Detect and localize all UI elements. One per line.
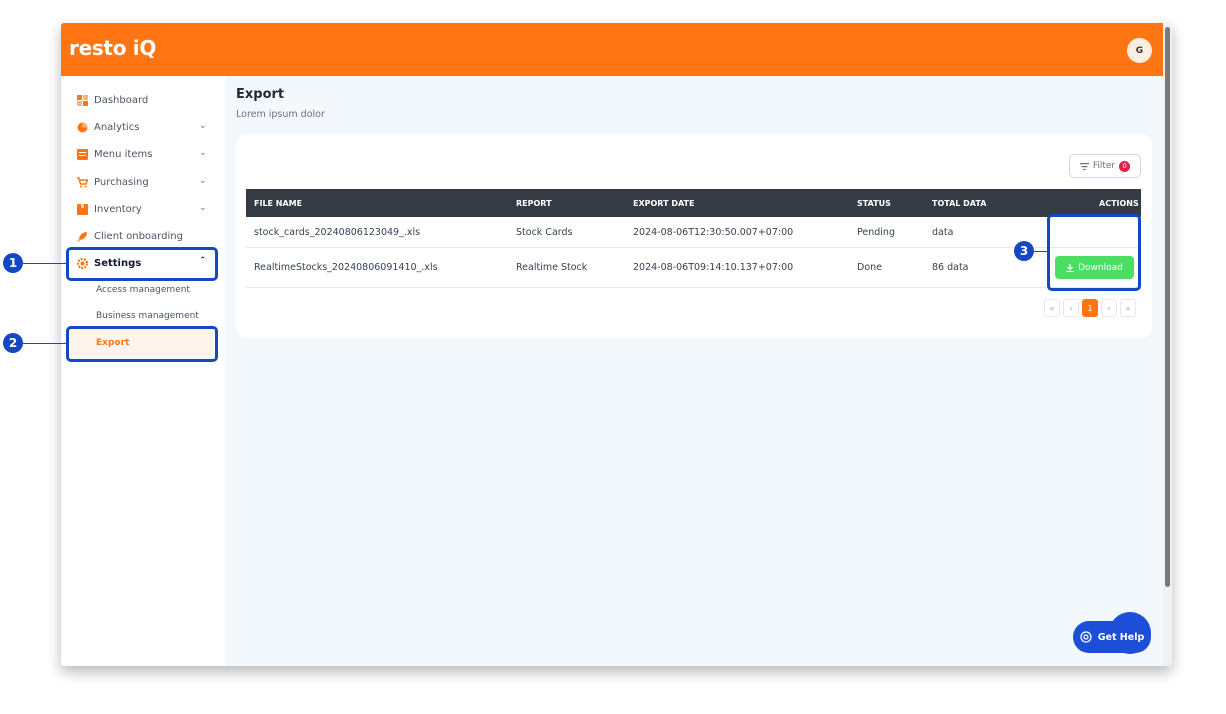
table-header: FILE NAME REPORT EXPORT DATE STATUS TOTA… (246, 189, 1141, 217)
page-title: Export (236, 87, 285, 102)
callout-badge-1: 1 (3, 253, 23, 273)
get-help-button[interactable]: Get Help (1073, 621, 1151, 653)
chevron-down-icon[interactable]: ⌄ (199, 121, 207, 131)
sidebar-item-menu-items[interactable]: Menu items (77, 146, 152, 162)
dashboard-grid-icon (77, 94, 88, 106)
sidebar-item-label: Menu items (94, 148, 153, 160)
sidebar-item-inventory[interactable]: Inventory (77, 201, 142, 217)
chevron-down-icon[interactable]: ⌄ (199, 176, 207, 186)
callout-badge-2: 2 (3, 333, 23, 353)
sidebar-item-purchasing[interactable]: Purchasing (77, 174, 149, 190)
callout-badge-3: 3 (1014, 241, 1034, 261)
cell-report: Stock Cards (516, 227, 573, 238)
column-header-export-date: EXPORT DATE (633, 199, 695, 208)
column-header-actions: ACTIONS (1099, 199, 1139, 208)
chevron-down-icon[interactable]: ⌄ (199, 203, 207, 213)
cell-status: Done (857, 262, 882, 273)
pagination-last-button[interactable]: » (1120, 299, 1136, 317)
pagination: « ‹ 1 › » (1044, 299, 1136, 317)
pie-chart-icon (77, 122, 88, 133)
box-icon (77, 203, 88, 215)
top-bar: resto iQ G (61, 23, 1163, 76)
chevron-down-icon[interactable]: ⌄ (199, 148, 207, 158)
rocket-icon (77, 231, 88, 242)
sidebar-subitem-business-management[interactable]: Business management (96, 311, 199, 321)
scrollbar-thumb[interactable] (1165, 27, 1170, 587)
cell-total-data: data (932, 227, 954, 238)
get-help-label: Get Help (1097, 631, 1145, 643)
main-content: Export Lorem ipsum dolor Filter 0 FILE N… (225, 76, 1163, 666)
sidebar-item-label: Client onboarding (94, 230, 183, 242)
shopping-cart-icon (77, 176, 88, 188)
callout-line-3 (1034, 251, 1047, 252)
filter-button[interactable]: Filter 0 (1069, 154, 1141, 178)
highlight-box-settings (66, 247, 218, 281)
sidebar-item-label: Inventory (94, 203, 142, 215)
cell-export-date: 2024-08-06T09:14:10.137+07:00 (633, 262, 794, 273)
user-avatar[interactable]: G (1127, 38, 1152, 63)
table-row: stock_cards_20240806123049_.xls Stock Ca… (246, 217, 1141, 248)
column-header-total-data: TOTAL DATA (932, 199, 987, 208)
cell-export-date: 2024-08-06T12:30:50.007+07:00 (633, 227, 794, 238)
cell-total-data: 86 data (932, 262, 969, 273)
pagination-next-button[interactable]: › (1101, 299, 1117, 317)
sidebar-item-label: Analytics (94, 121, 140, 133)
sidebar-item-client-onboarding[interactable]: Client onboarding (77, 228, 183, 244)
sidebar-item-label: Purchasing (94, 176, 149, 188)
highlight-box-export (66, 326, 218, 362)
menu-book-icon (77, 148, 88, 160)
scrollbar[interactable] (1163, 23, 1172, 666)
column-header-status: STATUS (857, 199, 891, 208)
sidebar-subitem-access-management[interactable]: Access management (96, 285, 190, 295)
pagination-prev-button[interactable]: ‹ (1063, 299, 1079, 317)
callout-line-2 (23, 343, 66, 344)
app-window: resto iQ G Dashboard Analytics ⌄ Menu it… (61, 23, 1172, 666)
page-subtitle: Lorem ipsum dolor (236, 109, 325, 120)
highlight-box-download (1047, 214, 1141, 291)
sidebar-item-label: Dashboard (94, 94, 149, 106)
help-icon (1080, 631, 1092, 643)
callout-line-1 (23, 263, 66, 264)
cell-report: Realtime Stock (516, 262, 588, 273)
column-header-report: REPORT (516, 199, 552, 208)
pagination-page-button[interactable]: 1 (1082, 299, 1098, 317)
cell-status: Pending (857, 227, 895, 238)
sidebar-item-analytics[interactable]: Analytics (77, 119, 139, 135)
pagination-first-button[interactable]: « (1044, 299, 1060, 317)
column-header-file-name: FILE NAME (254, 199, 303, 208)
cell-file-name: stock_cards_20240806123049_.xls (254, 227, 421, 238)
filter-count-badge: 0 (1119, 160, 1131, 172)
app-logo[interactable]: resto iQ (69, 36, 156, 60)
sidebar-item-dashboard[interactable]: Dashboard (77, 92, 148, 108)
table-row: RealtimeStocks_20240806091410_.xls Realt… (246, 248, 1141, 288)
cell-file-name: RealtimeStocks_20240806091410_.xls (254, 262, 438, 273)
sidebar: Dashboard Analytics ⌄ Menu items ⌄ Purch… (61, 76, 225, 666)
filter-icon (1079, 162, 1089, 170)
filter-label: Filter (1092, 161, 1116, 171)
export-card: Filter 0 FILE NAME REPORT EXPORT DATE ST… (236, 134, 1152, 338)
